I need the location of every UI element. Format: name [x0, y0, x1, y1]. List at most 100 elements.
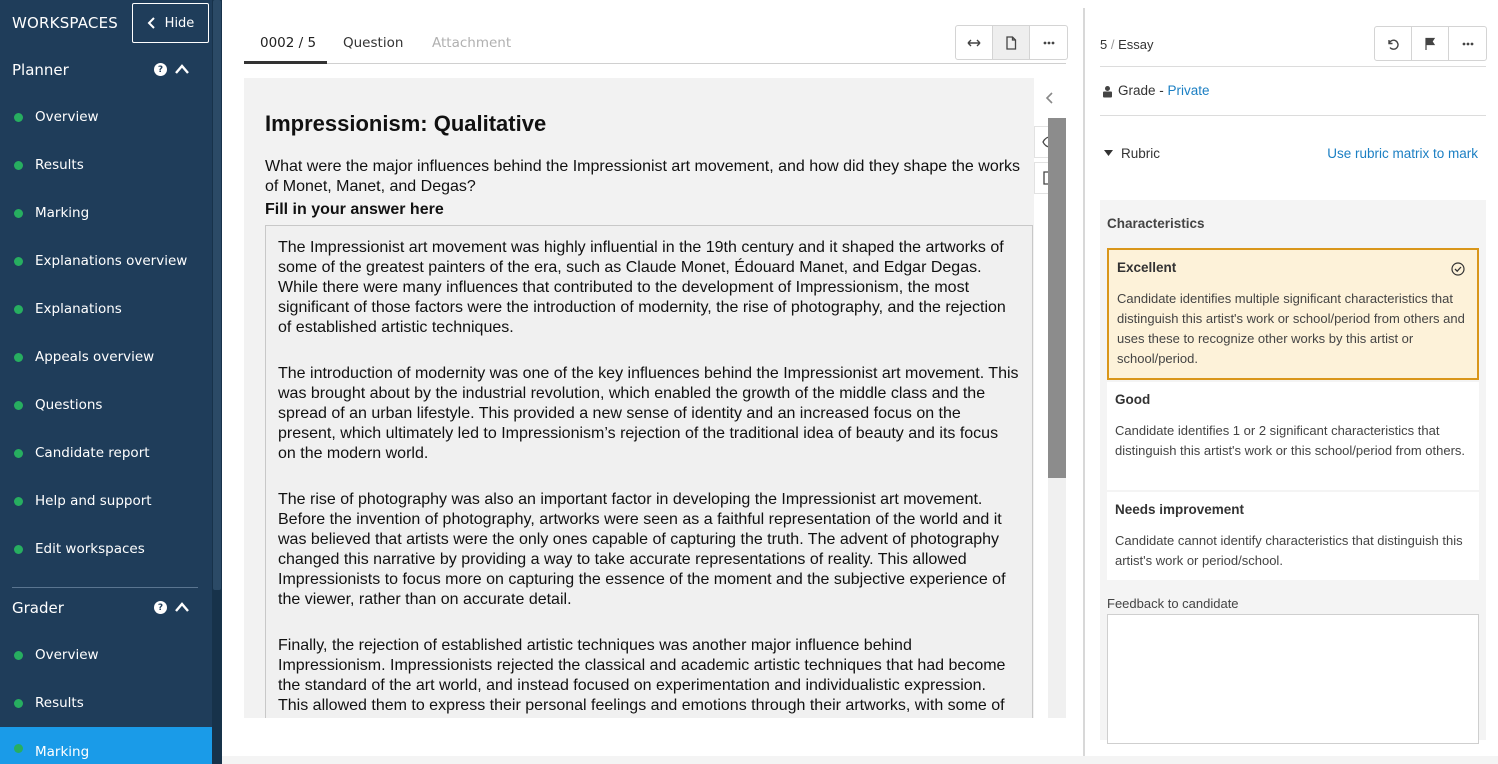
tab-question-counter[interactable]: 0002 / 5	[260, 35, 316, 51]
content-scrollbar-thumb[interactable]	[1048, 118, 1066, 478]
grade-label-wrap: Grade - Private	[1118, 83, 1210, 98]
sidebar-item-label: Appeals overview	[35, 349, 155, 365]
bottom-edge	[222, 756, 1498, 764]
sidebar-scrollbar-thumb[interactable]	[213, 0, 221, 590]
status-dot	[14, 448, 23, 458]
expand-width-button[interactable]	[956, 26, 993, 59]
status-dot	[14, 256, 23, 266]
answer-instruction: Fill in your answer here	[265, 201, 444, 218]
sidebar-divider	[12, 587, 198, 588]
grader-section-header[interactable]: Grader ?	[0, 594, 212, 624]
status-dot	[14, 743, 23, 753]
sidebar-item-label: Overview	[35, 647, 99, 663]
caret-down-icon[interactable]	[1104, 150, 1113, 157]
sidebar-item-label: Questions	[35, 397, 103, 413]
more-options-button[interactable]	[1449, 27, 1486, 60]
status-dot	[14, 544, 23, 554]
sidebar-item-planner-results[interactable]: Results	[0, 146, 212, 184]
planner-section-header[interactable]: Planner ?	[0, 56, 212, 86]
grade-visibility-row: Grade - Private	[1100, 68, 1486, 116]
document-icon	[1006, 35, 1017, 50]
status-dot	[14, 698, 23, 708]
sidebar-item-grader-results[interactable]: Results	[0, 684, 212, 722]
grade-visibility-link[interactable]: Private	[1168, 83, 1210, 98]
characteristics-title: Characteristics	[1107, 216, 1205, 231]
sidebar-item-label: Candidate report	[35, 445, 150, 461]
planner-label: Planner	[12, 61, 69, 79]
sidebar-item-explanations[interactable]: Explanations	[0, 290, 212, 328]
help-icon[interactable]: ?	[154, 63, 167, 76]
rubric-option-good[interactable]: Good Candidate identifies 1 or 2 signifi…	[1107, 382, 1479, 490]
status-dot	[14, 496, 23, 506]
sidebar-item-grader-marking[interactable]: Marking	[0, 727, 212, 764]
grader-label: Grader	[12, 599, 64, 617]
sidebar-item-help-and-support[interactable]: Help and support	[0, 482, 212, 520]
chevron-left-icon	[1045, 92, 1053, 104]
sidebar-item-candidate-report[interactable]: Candidate report	[0, 434, 212, 472]
rubric-option-name: Needs improvement	[1115, 502, 1245, 517]
rubric-option-description: Candidate identifies multiple significan…	[1117, 291, 1465, 366]
answer-paragraph: Finally, the rejection of established ar…	[278, 637, 1006, 714]
sidebar-item-explanations-overview[interactable]: Explanations overview	[0, 242, 212, 280]
tab-question[interactable]: Question	[343, 35, 403, 51]
question-type: 5 / Essay	[1100, 37, 1154, 52]
chevron-up-icon[interactable]	[175, 63, 189, 75]
sidebar-item-label: Results	[35, 695, 84, 711]
feedback-textarea[interactable]	[1107, 614, 1479, 744]
flag-icon	[1425, 37, 1436, 50]
answer-paragraph: The introduction of modernity was one of…	[278, 365, 1019, 462]
view-toolbar	[955, 25, 1068, 60]
question-prompt: What were the major influences behind th…	[265, 158, 1021, 195]
sidebar-item-label: Results	[35, 157, 84, 173]
rubric-option-description: Candidate identifies 1 or 2 significant …	[1115, 423, 1466, 458]
sidebar-item-appeals-overview[interactable]: Appeals overview	[0, 338, 212, 376]
status-dot	[14, 208, 23, 218]
rubric-option-excellent[interactable]: Excellent Candidate identifies multiple …	[1107, 248, 1479, 380]
sidebar-item-planner-marking[interactable]: Marking	[0, 194, 212, 232]
rubric-row: Rubric Use rubric matrix to mark	[1100, 140, 1486, 170]
hide-sidebar-button[interactable]: Hide	[132, 3, 209, 43]
sidebar-item-planner-overview[interactable]: Overview	[0, 98, 212, 136]
sidebar-item-label: Help and support	[35, 493, 152, 509]
sidebar-item-label: Explanations	[35, 301, 122, 317]
rubric-panel: Characteristics Excellent Candidate iden…	[1100, 200, 1486, 744]
separator: /	[1110, 37, 1115, 52]
horizontal-arrows-icon	[967, 39, 981, 46]
status-dot	[14, 304, 23, 314]
answer-paragraph: The Impressionist art movement was highl…	[278, 239, 1006, 336]
candidate-answer: The Impressionist art movement was highl…	[265, 225, 1033, 718]
feedback-label: Feedback to candidate	[1107, 596, 1239, 611]
collapse-panel-button[interactable]	[1034, 82, 1066, 114]
rubric-option-needs-improvement[interactable]: Needs improvement Candidate cannot ident…	[1107, 492, 1479, 580]
undo-button[interactable]	[1375, 27, 1412, 60]
panel-divider[interactable]	[1083, 8, 1085, 756]
help-icon[interactable]: ?	[154, 601, 167, 614]
more-options-button[interactable]	[1030, 26, 1067, 59]
sidebar-item-label: Marking	[35, 744, 90, 760]
question-panel: 0002 / 5 Question Attachment Impressioni…	[222, 0, 1084, 764]
chevron-up-icon[interactable]	[175, 601, 189, 613]
grade-label: Grade -	[1118, 83, 1164, 98]
document-view-button[interactable]	[993, 26, 1030, 59]
sidebar-item-grader-overview[interactable]: Overview	[0, 636, 212, 674]
rubric-option-name: Excellent	[1117, 260, 1177, 275]
tab-attachment[interactable]: Attachment	[432, 35, 511, 51]
chevron-left-icon	[147, 17, 155, 29]
sidebar-item-label: Edit workspaces	[35, 541, 145, 557]
question-tabs: 0002 / 5 Question Attachment	[244, 26, 1066, 64]
question-title: Impressionism: Qualitative	[265, 111, 547, 136]
question-content: Impressionism: Qualitative What were the…	[244, 78, 1066, 718]
sidebar-item-edit-workspaces[interactable]: Edit workspaces	[0, 530, 212, 568]
user-lock-icon	[1103, 86, 1112, 98]
sidebar-item-questions[interactable]: Questions	[0, 386, 212, 424]
sidebar-title: WORKSPACES	[12, 14, 118, 32]
rubric-toggle[interactable]: Rubric	[1121, 146, 1160, 161]
more-horizontal-icon	[1043, 41, 1054, 44]
sidebar-header: WORKSPACES Hide	[0, 0, 212, 48]
status-dot	[14, 650, 23, 660]
grading-panel: 5 / Essay Grade - Private Rubric Use rub…	[1100, 0, 1498, 764]
rubric-matrix-link[interactable]: Use rubric matrix to mark	[1327, 146, 1478, 161]
flag-button[interactable]	[1412, 27, 1449, 60]
sidebar-item-label: Overview	[35, 109, 99, 125]
sidebar-item-label: Explanations overview	[35, 253, 188, 269]
